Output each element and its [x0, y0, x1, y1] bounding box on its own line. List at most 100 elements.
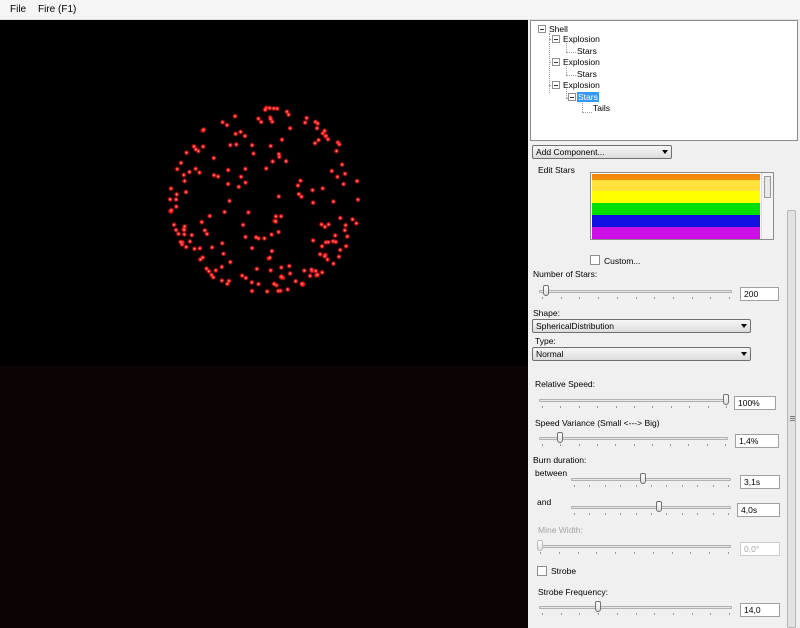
star-spark	[279, 136, 285, 143]
collapse-icon[interactable]	[552, 81, 560, 89]
slider-track[interactable]	[539, 606, 732, 609]
slider-thumb[interactable]	[595, 601, 601, 612]
shape-dropdown[interactable]: SphericalDistribution	[532, 319, 751, 333]
firework-viewport[interactable]	[0, 20, 528, 628]
star-spark	[232, 113, 239, 120]
slider-thumb[interactable]	[537, 540, 543, 551]
burn-between-label: between	[535, 468, 568, 478]
slider-thumb[interactable]	[656, 501, 662, 512]
strobe-frequency-input[interactable]: 14,0	[740, 603, 780, 617]
slider-tick	[597, 444, 598, 446]
slider-tick	[651, 513, 652, 515]
slider-tick	[616, 406, 617, 408]
mine-width-input[interactable]: 0,0°	[740, 542, 780, 556]
star-spark	[245, 209, 252, 216]
slider-track[interactable]	[539, 290, 732, 293]
custom-checkbox[interactable]	[590, 255, 600, 265]
tree-node-shell[interactable]: Shell	[549, 24, 568, 34]
color-band[interactable]	[592, 191, 760, 203]
slider-tick	[709, 552, 710, 554]
star-spark	[287, 270, 294, 277]
strobe-checkbox[interactable]	[537, 566, 547, 576]
slider-track[interactable]	[539, 399, 729, 402]
burn-and-input[interactable]: 4,0s	[737, 503, 780, 517]
slider-tick	[697, 513, 698, 515]
color-band[interactable]	[592, 227, 760, 239]
slider-track[interactable]	[537, 545, 731, 548]
slider-tick	[540, 552, 541, 554]
tree-node-stars-3[interactable]: Stars	[577, 92, 599, 102]
slider-thumb[interactable]	[543, 285, 549, 296]
slider-tick	[690, 552, 691, 554]
star-spark	[173, 203, 180, 210]
burn-between-input[interactable]: 3,1s	[740, 475, 780, 489]
slider-track[interactable]	[571, 506, 731, 509]
star-spark	[334, 173, 341, 180]
burn-and-slider[interactable]	[571, 500, 731, 516]
star-spark	[173, 191, 180, 198]
collapse-icon[interactable]	[568, 93, 576, 101]
slider-tick	[561, 613, 562, 615]
panel-scrollbar[interactable]	[785, 172, 798, 628]
slider-tick	[542, 613, 543, 615]
star-spark	[275, 229, 282, 235]
slider-tick	[579, 406, 580, 408]
tree-node-explosion-2[interactable]: Explosion	[563, 57, 600, 67]
speed-variance-input[interactable]: 1,4%	[735, 434, 779, 448]
collapse-icon[interactable]	[552, 35, 560, 43]
star-spark	[275, 193, 282, 200]
type-dropdown[interactable]: Normal	[532, 347, 751, 361]
tree-node-tails[interactable]: Tails	[593, 103, 610, 113]
strobe-frequency-slider[interactable]	[539, 600, 732, 616]
star-spark	[341, 227, 348, 234]
star-spark	[183, 189, 189, 196]
star-spark	[249, 245, 256, 252]
color-list-scrollbar[interactable]	[761, 173, 773, 239]
slider-tick	[615, 552, 616, 554]
number-of-stars-input[interactable]: 200	[740, 287, 779, 301]
collapse-icon[interactable]	[552, 58, 560, 66]
number-of-stars-slider[interactable]	[539, 284, 732, 300]
star-spark	[167, 196, 174, 203]
tree-node-explosion-1[interactable]: Explosion	[563, 34, 600, 44]
scroll-thumb[interactable]	[764, 176, 771, 198]
relative-speed-slider[interactable]	[539, 393, 729, 409]
slider-tick	[636, 613, 637, 615]
slider-thumb[interactable]	[557, 432, 563, 443]
component-tree[interactable]: Shell Explosion Stars Explosion Stars Ex…	[530, 20, 798, 141]
add-component-dropdown[interactable]: Add Component...	[532, 145, 672, 159]
edit-title: Edit Stars	[538, 165, 575, 175]
collapse-icon[interactable]	[538, 25, 546, 33]
slider-tick	[692, 297, 693, 299]
tree-node-explosion-3[interactable]: Explosion	[563, 80, 600, 90]
slider-track[interactable]	[571, 478, 731, 481]
menu-fire[interactable]: Fire (F1)	[38, 4, 76, 15]
star-spark	[333, 148, 340, 154]
color-band[interactable]	[592, 180, 760, 191]
star-spark	[206, 213, 213, 219]
color-list[interactable]	[590, 172, 774, 240]
slider-thumb[interactable]	[640, 473, 646, 484]
star-spark	[355, 196, 361, 203]
relative-speed-input[interactable]: 100%	[734, 396, 776, 410]
slider-tick	[670, 444, 671, 446]
star-spark	[278, 273, 285, 280]
mine-width-slider[interactable]	[537, 539, 731, 555]
slider-track[interactable]	[539, 437, 728, 440]
tree-node-stars-1[interactable]: Stars	[577, 46, 597, 56]
menu-file[interactable]: File	[10, 4, 26, 15]
speed-variance-label: Speed Variance (Small <---> Big)	[535, 418, 660, 428]
star-spark	[249, 288, 255, 294]
scroll-thumb[interactable]	[787, 210, 796, 628]
color-band[interactable]	[592, 215, 760, 227]
star-spark	[233, 141, 240, 148]
color-band[interactable]	[592, 203, 760, 215]
star-spark	[325, 136, 331, 143]
burn-between-slider[interactable]	[571, 472, 731, 488]
star-spark	[218, 263, 225, 270]
tree-node-stars-2[interactable]: Stars	[577, 69, 597, 79]
speed-variance-slider[interactable]	[539, 431, 728, 447]
star-spark	[180, 172, 187, 178]
slider-tick	[710, 613, 711, 615]
slider-thumb[interactable]	[723, 394, 729, 405]
